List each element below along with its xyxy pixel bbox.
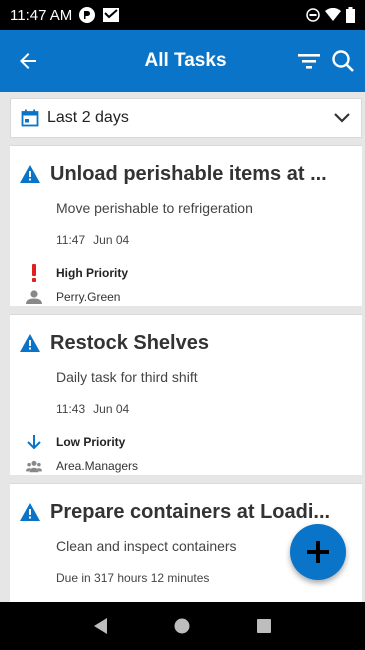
message-icon: [102, 7, 120, 23]
warning-icon: [20, 503, 40, 521]
task-description: Daily task for third shift: [56, 369, 198, 385]
task-description: Move perishable to refrigeration: [56, 200, 253, 216]
task-date: Jun 04: [93, 233, 130, 247]
page-title: All Tasks: [144, 50, 227, 71]
nav-home-icon: [174, 618, 190, 634]
arrow-down-icon: [26, 434, 42, 450]
plus-icon: [307, 541, 329, 563]
priority-label: High Priority: [56, 266, 129, 280]
warning-icon: [20, 165, 40, 183]
task-card[interactable]: Restock Shelves Daily task for third shi…: [10, 314, 362, 475]
high-priority-icon: [26, 264, 42, 282]
date-range-label: Last 2 days: [47, 109, 129, 126]
task-time: 11:47: [56, 233, 86, 247]
assignee-name: Area.Managers: [56, 459, 139, 473]
filter-icon: [298, 54, 320, 69]
task-title: Restock Shelves: [50, 331, 209, 354]
nav-back-button[interactable]: [81, 606, 121, 646]
status-bar: 11:47 AM: [0, 0, 365, 30]
task-title: Prepare containers at Loadi...: [50, 500, 331, 523]
wifi-icon: [325, 8, 341, 22]
sync-icon: [78, 6, 96, 24]
nav-recents-button[interactable]: [244, 606, 284, 646]
task-timestamp: 11:47 Jun 04: [10, 233, 362, 247]
group-icon: [26, 459, 42, 473]
chevron-down-icon: [334, 113, 350, 123]
task-card[interactable]: Unload perishable items at ... Move peri…: [10, 145, 362, 306]
search-icon: [332, 50, 354, 72]
task-title: Unload perishable items at ...: [50, 162, 327, 185]
nav-recents-icon: [257, 619, 272, 633]
nav-back-icon: [93, 618, 107, 634]
battery-icon: [346, 7, 355, 23]
nav-home-button[interactable]: [162, 606, 202, 646]
back-button[interactable]: [0, 30, 56, 92]
task-assignee: Perry.Green: [10, 287, 362, 307]
date-range-dropdown[interactable]: Last 2 days: [10, 98, 362, 138]
assignee-name: Perry.Green: [56, 290, 121, 304]
task-time: 11:43: [56, 402, 86, 416]
person-icon: [26, 290, 42, 304]
warning-icon: [20, 334, 40, 352]
task-date: Jun 04: [93, 402, 130, 416]
task-priority: High Priority: [10, 263, 362, 283]
task-priority: Low Priority: [10, 432, 362, 452]
add-task-button[interactable]: [290, 524, 346, 580]
priority-label: Low Priority: [56, 435, 126, 449]
search-button[interactable]: [329, 41, 357, 81]
system-nav-bar: [0, 602, 365, 650]
do-not-disturb-icon: [306, 8, 320, 22]
task-timestamp: 11:43 Jun 04: [10, 402, 362, 416]
task-assignee: Area.Managers: [10, 456, 362, 476]
calendar-icon: [21, 109, 39, 127]
status-time: 11:47 AM: [10, 6, 73, 24]
arrow-left-icon: [20, 53, 36, 69]
filter-button[interactable]: [295, 41, 323, 81]
app-bar: All Tasks: [0, 30, 365, 92]
